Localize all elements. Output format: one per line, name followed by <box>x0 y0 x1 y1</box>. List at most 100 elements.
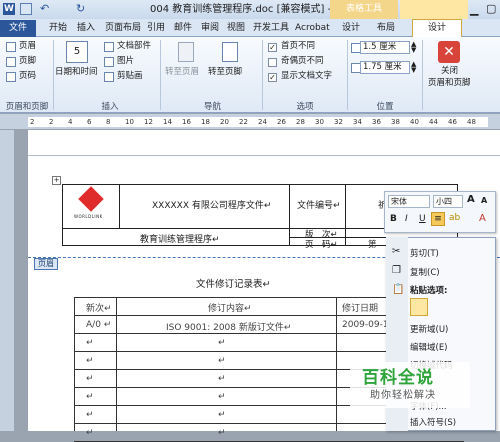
col-header-content: 修订内容↵ <box>208 304 252 314</box>
footer-button[interactable]: 页脚 <box>19 56 36 67</box>
ruler-mark: 2 <box>30 118 35 126</box>
ruler-mark: 30 <box>315 118 324 126</box>
menu-edit-field[interactable]: 编辑域(E) <box>410 341 448 353</box>
word-icon[interactable]: W <box>3 3 15 15</box>
tab-review[interactable]: 审阅 <box>196 20 224 37</box>
font-color-icon[interactable]: A <box>479 213 486 224</box>
header-position-input[interactable]: 1.5 厘米 <box>360 41 410 54</box>
table-cell: ↵ <box>218 428 226 438</box>
paste-keep-text-icon[interactable] <box>410 298 428 316</box>
ruler-mark: 18 <box>201 118 210 126</box>
footer-icon <box>6 57 16 67</box>
ruler-mark: 40 <box>410 118 419 126</box>
font-name-input[interactable]: 宋体 <box>388 195 430 208</box>
odd-even-different-label: 奇偶页不同 <box>281 56 324 66</box>
menu-insert-symbol[interactable]: 插入符号(S) <box>410 416 456 428</box>
highlight-icon[interactable]: ab <box>449 213 460 223</box>
page-number-button[interactable]: 页码 <box>19 71 36 82</box>
ruler-mark: 10 <box>125 118 134 126</box>
ruler-mark: 2 <box>49 118 54 126</box>
minimize-icon[interactable]: ▁ <box>470 3 478 16</box>
ruler-mark: 14 <box>163 118 172 126</box>
menu-cut[interactable]: 剪切(T) <box>410 247 439 259</box>
group-label-nav: 导航 <box>203 102 221 112</box>
show-document-text-checkbox[interactable]: ✓ <box>268 73 277 82</box>
group-separator <box>160 40 161 110</box>
center-align-icon[interactable]: ≡ <box>431 212 445 226</box>
save-icon[interactable] <box>20 3 32 15</box>
goto-header-button[interactable]: 转至页眉 <box>165 67 199 78</box>
watermark-title: 百科全说 <box>362 368 434 388</box>
menu-update-field[interactable]: 更新域(U) <box>410 323 448 335</box>
ruler-mark: 16 <box>182 118 191 126</box>
undo-icon[interactable]: ↶ <box>40 2 49 15</box>
table-cell: ↵ <box>218 410 226 420</box>
footer-position-input[interactable]: 1.75 厘米 <box>360 61 410 74</box>
spin-icon[interactable]: ▲ ▼ <box>411 41 416 54</box>
first-page-different-checkbox[interactable]: ✓ <box>268 43 277 52</box>
bold-button[interactable]: B <box>390 214 397 224</box>
header-button[interactable]: 页眉 <box>19 41 36 52</box>
tab-references[interactable]: 引用 <box>142 20 170 37</box>
ruler-mark: 34 <box>353 118 362 126</box>
ruler-mark: 32 <box>334 118 343 126</box>
close-button-sublabel[interactable]: 页眉和页脚 <box>428 78 471 89</box>
calendar-icon: 5 <box>66 41 88 63</box>
page-label: 页 码↵ <box>305 240 338 250</box>
picture-button[interactable]: 图片 <box>117 56 134 67</box>
col-header-date: 修订日期 <box>342 304 379 314</box>
odd-even-different-checkbox[interactable] <box>268 58 277 67</box>
ruler-mark: 12 <box>144 118 153 126</box>
contextual-tab-header: 表格工具 <box>330 0 398 19</box>
page-top-shadow <box>28 155 500 156</box>
company-name: XXXXXX 有限公司程序文件↵ <box>152 201 272 211</box>
tab-mailings[interactable]: 邮件 <box>169 20 197 37</box>
ruler-mark: 26 <box>277 118 286 126</box>
menu-copy[interactable]: 复制(C) <box>410 266 440 278</box>
group-label-header-footer: 页眉和页脚 <box>5 102 49 112</box>
quick-parts-button[interactable]: 文档部件 <box>117 41 151 52</box>
tab-insert[interactable]: 插入 <box>72 20 100 37</box>
group-label-insert: 插入 <box>101 102 119 112</box>
spin-icon[interactable]: ▲ ▼ <box>411 61 416 74</box>
group-separator <box>347 40 348 110</box>
redo-icon[interactable]: ↻ <box>76 2 85 15</box>
date-time-button[interactable]: 日期和时间 <box>55 67 98 78</box>
font-size-input[interactable]: 小四 <box>433 195 463 208</box>
ruler-mark: 36 <box>372 118 381 126</box>
table-cell: ↵ <box>86 374 94 384</box>
tab-hf-design[interactable]: 设计 <box>412 19 462 37</box>
vertical-ruler[interactable] <box>0 130 14 431</box>
tab-developer[interactable]: 开发工具 <box>248 20 294 37</box>
tab-home[interactable]: 开始 <box>44 20 72 37</box>
tab-table-layout[interactable]: 布局 <box>372 20 400 37</box>
tab-view[interactable]: 视图 <box>222 20 250 37</box>
tab-file[interactable]: 文件 <box>0 20 36 37</box>
clip-art-button[interactable]: 剪贴画 <box>117 71 143 82</box>
close-header-footer-icon: ✕ <box>438 41 460 63</box>
table-cell: ↵ <box>86 410 94 420</box>
grow-font-button[interactable]: A <box>467 194 475 205</box>
title-bar: W ↶ ↻ 004 教育训练管理程序.doc [兼容模式] - M... 表格工… <box>0 0 500 19</box>
goto-footer-icon <box>222 42 238 62</box>
maximize-icon[interactable]: ▢ <box>486 2 496 15</box>
goto-footer-button[interactable]: 转至页脚 <box>208 67 242 78</box>
shrink-font-button[interactable]: A <box>481 196 487 205</box>
revision-title: 文件修订记录表↵ <box>196 279 271 290</box>
cut-icon: ✂ <box>392 246 401 257</box>
italic-button[interactable]: I <box>405 214 408 224</box>
ruler-mark: 44 <box>429 118 438 126</box>
table-move-handle[interactable]: + <box>52 176 61 185</box>
underline-button[interactable]: U <box>419 214 426 224</box>
tab-page-layout[interactable]: 页面布局 <box>100 20 146 37</box>
ruler-mark: 4 <box>68 118 73 126</box>
group-separator <box>422 40 423 110</box>
close-button-label[interactable]: 关闭 <box>441 66 458 77</box>
group-label-position: 位置 <box>376 102 394 112</box>
picture-icon <box>104 57 114 67</box>
tab-acrobat[interactable]: Acrobat <box>290 20 335 37</box>
table-cell: ↵ <box>218 356 226 366</box>
contextual-tab-header-2 <box>400 0 468 19</box>
horizontal-ruler[interactable]: 2 2 4 6 8 10 12 14 16 18 20 22 24 26 28 30 32 34 36 38 40 44 4… <box>0 114 500 130</box>
tab-table-design[interactable]: 设计 <box>337 20 365 37</box>
